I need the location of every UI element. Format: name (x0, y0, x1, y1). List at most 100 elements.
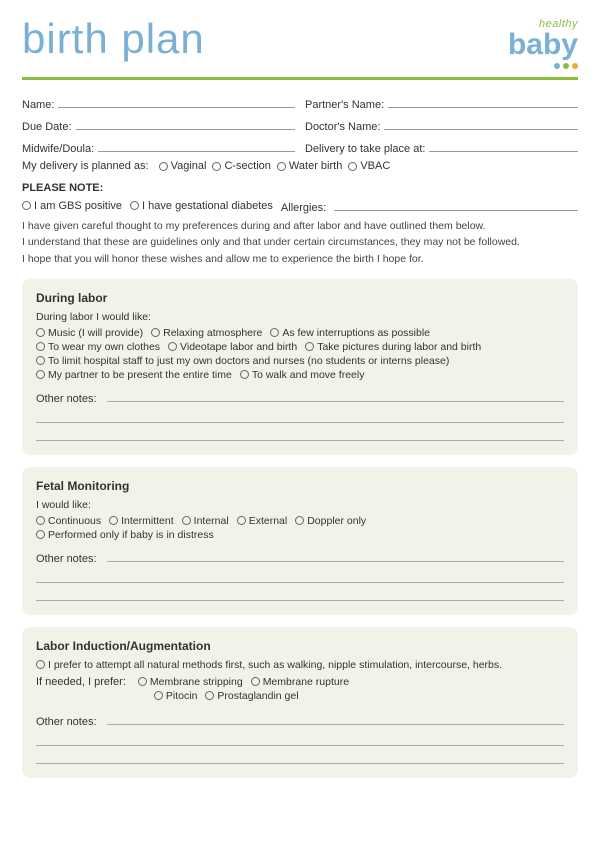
option-natural-label: I prefer to attempt all natural methods … (48, 659, 502, 671)
delivery-option-vaginal[interactable]: Vaginal (159, 160, 207, 172)
during-labor-row-1: Music (I will provide) Relaxing atmosphe… (36, 327, 564, 339)
labor-induction-extra-2[interactable] (36, 750, 564, 764)
option-videotape-label: Videotape labor and birth (180, 341, 297, 353)
option-relaxing-label: Relaxing atmosphere (163, 327, 262, 339)
labor-induction-notes-line[interactable] (107, 711, 564, 725)
note-row: I am GBS positive I have gestational dia… (22, 197, 578, 214)
delivery-option-vbac[interactable]: VBAC (348, 160, 390, 172)
option-walk[interactable]: To walk and move freely (240, 369, 365, 381)
allergies-label: Allergies: (281, 202, 326, 214)
option-partner-label: My partner to be present the entire time (48, 369, 232, 381)
option-prostaglandin[interactable]: Prostaglandin gel (205, 690, 298, 702)
option-interruptions[interactable]: As few interruptions as possible (270, 327, 430, 339)
fetal-monitoring-notes-line[interactable] (107, 548, 564, 562)
during-labor-options: Music (I will provide) Relaxing atmosphe… (36, 327, 564, 381)
induction-options: Membrane stripping Membrane rupture Pito… (138, 676, 349, 704)
due-date-input[interactable] (76, 116, 295, 130)
labor-induction-section: Labor Induction/Augmentation I prefer to… (22, 627, 578, 778)
radio-vbac (348, 162, 357, 171)
name-input[interactable] (58, 94, 295, 108)
partners-name-input[interactable] (388, 94, 578, 108)
during-labor-notes-line[interactable] (107, 388, 564, 402)
during-labor-extra-lines (36, 409, 564, 441)
option-limit-staff[interactable]: To limit hospital staff to just my own d… (36, 355, 449, 367)
page-title: birth plan (22, 18, 205, 60)
radio-membrane-rupture (251, 677, 260, 686)
delivery-vbac-label: VBAC (360, 160, 390, 172)
option-clothes-label: To wear my own clothes (48, 341, 160, 353)
fetal-monitoring-options: Continuous Intermittent Internal Externa… (36, 515, 564, 541)
delivery-place-field: Delivery to take place at: (305, 138, 578, 155)
doctors-name-input[interactable] (384, 116, 578, 130)
option-membrane-strip[interactable]: Membrane stripping (138, 676, 243, 688)
logo-dots (554, 63, 578, 69)
fetal-monitoring-intro: I would like: (36, 499, 564, 511)
option-intermittent[interactable]: Intermittent (109, 515, 174, 527)
option-internal[interactable]: Internal (182, 515, 229, 527)
option-continuous[interactable]: Continuous (36, 515, 101, 527)
option-music-label: Music (I will provide) (48, 327, 143, 339)
delivery-place-label: Delivery to take place at: (305, 143, 425, 155)
radio-continuous (36, 516, 45, 525)
option-interruptions-label: As few interruptions as possible (282, 327, 430, 339)
radio-natural (36, 660, 45, 669)
option-external[interactable]: External (237, 515, 288, 527)
option-partner[interactable]: My partner to be present the entire time (36, 369, 232, 381)
please-note-label: PLEASE NOTE: (22, 182, 578, 194)
midwife-field: Midwife/Doula: (22, 138, 295, 155)
radio-clothes (36, 342, 45, 351)
during-labor-extra-1[interactable] (36, 409, 564, 423)
delivery-place-input[interactable] (429, 138, 578, 152)
radio-videotape (168, 342, 177, 351)
radio-relaxing (151, 328, 160, 337)
fetal-monitoring-extra-lines (36, 569, 564, 601)
radio-gbs (22, 201, 31, 210)
due-date-label: Due Date: (22, 121, 72, 133)
please-note-section: PLEASE NOTE: I am GBS positive I have ge… (22, 182, 578, 214)
during-labor-section: During labor During labor I would like: … (22, 279, 578, 455)
option-pitocin[interactable]: Pitocin (138, 690, 198, 702)
intro-line-3: I hope that you will honor these wishes … (22, 251, 578, 267)
labor-induction-intro-row: I prefer to attempt all natural methods … (36, 659, 564, 671)
form-row-1: Name: Partner's Name: (22, 94, 578, 111)
form-fields: Name: Partner's Name: Due Date: Doctor's… (22, 94, 578, 172)
delivery-option-waterbirth[interactable]: Water birth (277, 160, 342, 172)
option-internal-label: Internal (194, 515, 229, 527)
partners-name-field: Partner's Name: (305, 94, 578, 111)
logo-baby: baby (508, 30, 578, 60)
option-pictures[interactable]: Take pictures during labor and birth (305, 341, 481, 353)
option-relaxing[interactable]: Relaxing atmosphere (151, 327, 262, 339)
fetal-monitoring-notes-label: Other notes: (36, 553, 97, 565)
radio-music (36, 328, 45, 337)
option-pictures-label: Take pictures during labor and birth (317, 341, 481, 353)
option-doppler[interactable]: Doppler only (295, 515, 366, 527)
gbs-option[interactable]: I am GBS positive (22, 200, 122, 212)
fetal-monitoring-extra-2[interactable] (36, 587, 564, 601)
radio-distress (36, 530, 45, 539)
option-membrane-rupture[interactable]: Membrane rupture (251, 676, 349, 688)
option-videotape[interactable]: Videotape labor and birth (168, 341, 297, 353)
radio-partner (36, 370, 45, 379)
labor-induction-title: Labor Induction/Augmentation (36, 639, 564, 653)
option-doppler-label: Doppler only (307, 515, 366, 527)
during-labor-row-4: My partner to be present the entire time… (36, 369, 564, 381)
labor-induction-extra-lines (36, 732, 564, 764)
labor-induction-extra-1[interactable] (36, 732, 564, 746)
during-labor-extra-2[interactable] (36, 427, 564, 441)
delivery-csection-label: C-section (224, 160, 270, 172)
option-clothes[interactable]: To wear my own clothes (36, 341, 160, 353)
allergies-input[interactable] (334, 197, 578, 211)
option-music[interactable]: Music (I will provide) (36, 327, 143, 339)
fetal-monitoring-title: Fetal Monitoring (36, 479, 564, 493)
induction-row-2: Pitocin Prostaglandin gel (138, 690, 349, 702)
radio-membrane-strip (138, 677, 147, 686)
option-distress[interactable]: Performed only if baby is in distress (36, 529, 214, 541)
fetal-monitoring-row-2: Performed only if baby is in distress (36, 529, 564, 541)
fetal-monitoring-extra-1[interactable] (36, 569, 564, 583)
diabetes-label: I have gestational diabetes (142, 200, 273, 212)
option-natural-methods[interactable]: I prefer to attempt all natural methods … (36, 659, 502, 671)
delivery-option-csection[interactable]: C-section (212, 160, 270, 172)
radio-waterbirth (277, 162, 286, 171)
midwife-input[interactable] (98, 138, 295, 152)
diabetes-option[interactable]: I have gestational diabetes (130, 200, 273, 212)
